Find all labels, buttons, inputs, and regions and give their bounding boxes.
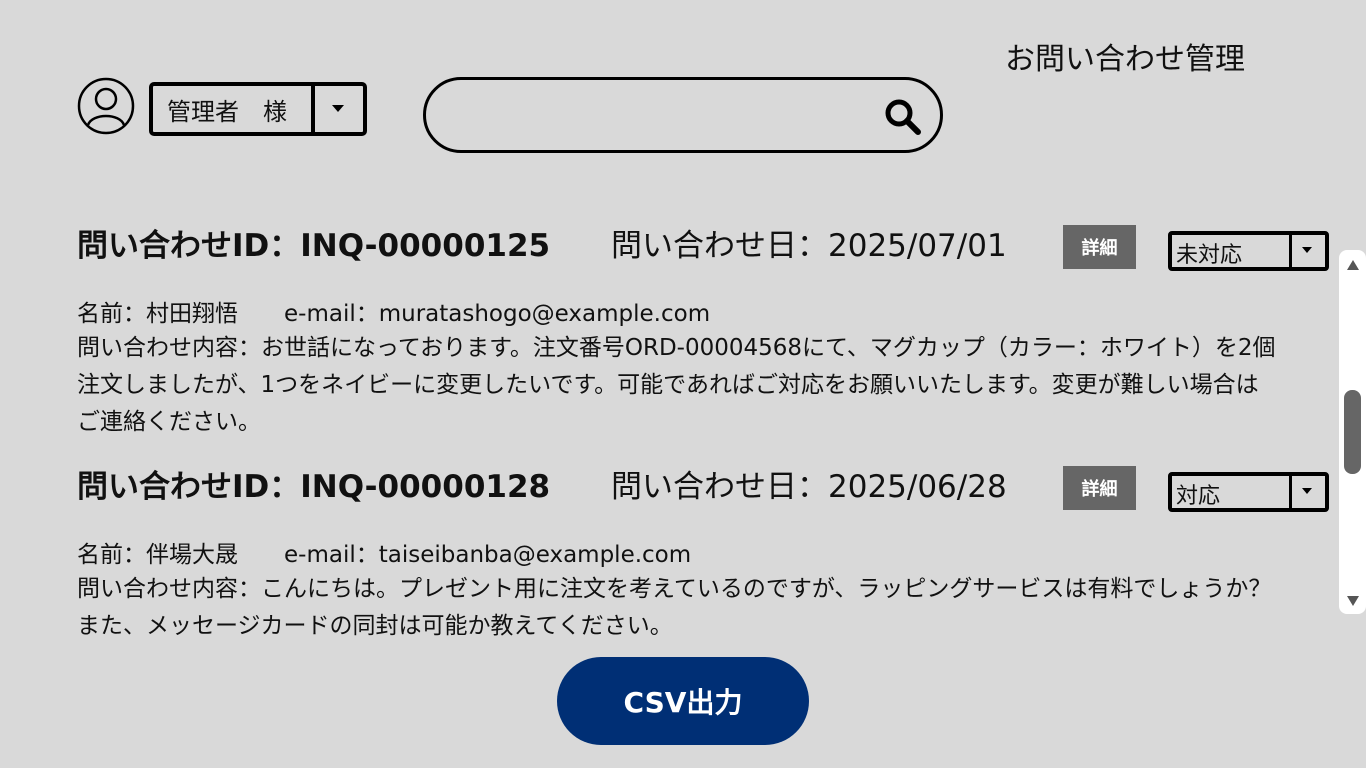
detail-button[interactable]: 詳細 [1063, 225, 1136, 269]
status-dropdown-toggle[interactable] [1289, 235, 1325, 267]
scroll-up-icon[interactable] [1347, 260, 1359, 270]
search-input[interactable] [452, 94, 872, 136]
scroll-down-icon[interactable] [1347, 596, 1359, 606]
user-dropdown-toggle[interactable] [311, 86, 363, 132]
status-dropdown[interactable]: 未対応 [1168, 231, 1329, 271]
user-avatar-icon[interactable] [77, 77, 135, 135]
search-icon[interactable] [882, 96, 924, 138]
status-value: 未対応 [1176, 243, 1243, 268]
inquiry-id: 問い合わせID：INQ-00000125 [77, 228, 551, 264]
inquiry-list: 問い合わせID：INQ-00000125 問い合わせ日：2025/07/01 詳… [0, 212, 1340, 640]
page-title: お問い合わせ管理 [1005, 42, 1245, 77]
inquiry-management-page: お問い合わせ管理 管理者 様 問い合わせID：INQ-00000125 問い合わ… [0, 0, 1366, 768]
status-dropdown-toggle[interactable] [1289, 476, 1325, 508]
caret-down-icon [1302, 247, 1312, 253]
user-dropdown[interactable]: 管理者 様 [149, 82, 367, 136]
list-scrollbar[interactable] [1339, 250, 1366, 614]
inquiry-contact: 名前：伴場大晟 e-mail：taiseibanba@example.com [77, 542, 692, 568]
status-value: 対応 [1176, 484, 1221, 509]
scrollbar-thumb[interactable] [1344, 390, 1361, 474]
detail-button[interactable]: 詳細 [1063, 466, 1136, 510]
caret-down-icon [332, 105, 344, 112]
user-name: 管理者 様 [167, 98, 287, 126]
csv-export-button[interactable]: CSV出力 [557, 657, 809, 745]
inquiry-date: 問い合わせ日：2025/06/28 [611, 469, 1007, 505]
caret-down-icon [1302, 488, 1312, 494]
status-dropdown[interactable]: 対応 [1168, 472, 1329, 512]
inquiry-date: 問い合わせ日：2025/07/01 [611, 228, 1007, 264]
inquiry-contact: 名前：村田翔悟 e-mail：muratashogo@example.com [77, 301, 711, 327]
inquiry-id: 問い合わせID：INQ-00000128 [77, 469, 551, 505]
inquiry-content: 問い合わせ内容：こんにちは。プレゼント用に注文を考えているのですが、ラッピングサ… [77, 576, 1272, 639]
search-box [423, 77, 943, 153]
inquiry-content: 問い合わせ内容：お世話になっております。注文番号ORD-00004568にて、マ… [77, 335, 1276, 435]
